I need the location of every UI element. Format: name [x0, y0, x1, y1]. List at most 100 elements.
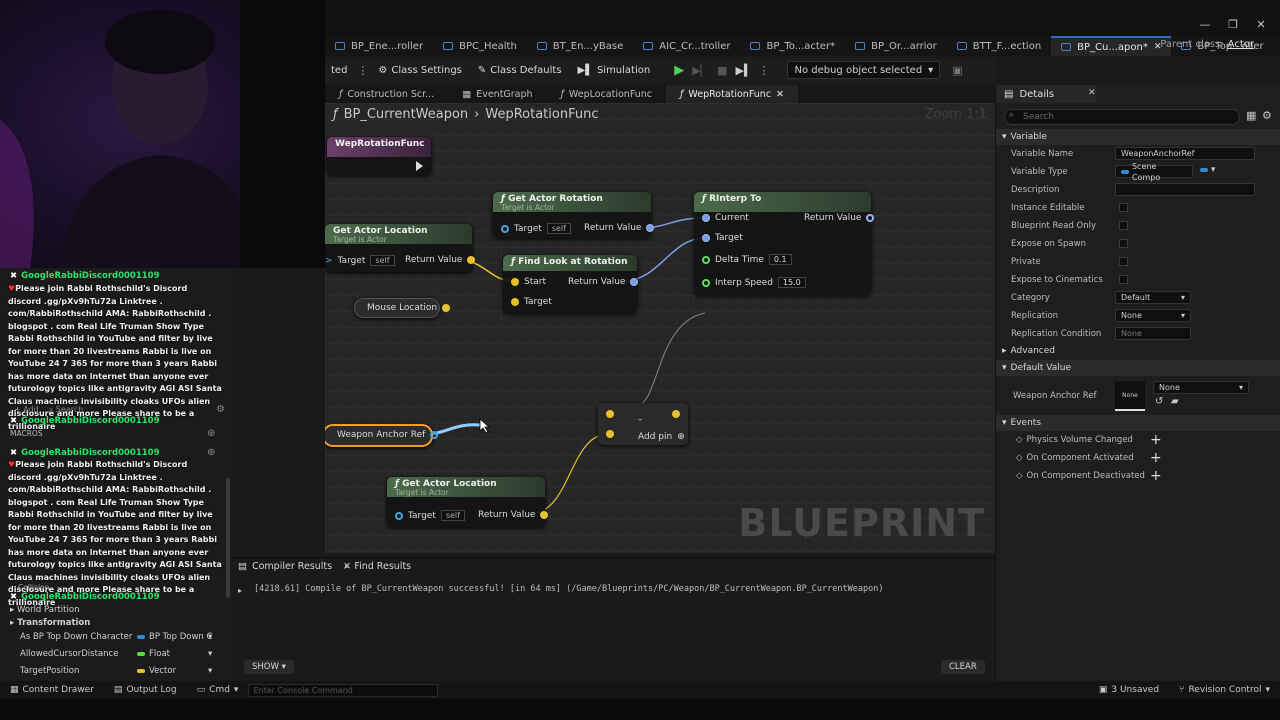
chevron-down-icon[interactable]: ▾: [208, 632, 212, 642]
object-pin[interactable]: [395, 511, 403, 520]
vector-in-pin[interactable]: [606, 430, 614, 438]
doc-tab-bp-top-character[interactable]: BP_To...acter*: [740, 36, 845, 56]
get-actor-rotation-node[interactable]: ƒ Get Actor Rotation Target is Actor Targ…: [493, 192, 655, 238]
replication-condition-select[interactable]: None: [1115, 327, 1191, 340]
truncated-toolbar-button[interactable]: ted: [325, 60, 353, 80]
variable-row[interactable]: AllowedCursorDistance Float ▾: [0, 646, 232, 663]
add-macro-icon[interactable]: ⊕: [207, 428, 215, 439]
variable-name-field[interactable]: WeaponAnchorRef: [1115, 147, 1255, 160]
reset-arrow-icon[interactable]: ↺: [1155, 396, 1163, 407]
vector-pin[interactable]: [467, 256, 476, 264]
more-vertical-icon[interactable]: ⋮: [758, 64, 769, 77]
interp-speed-field[interactable]: 15.0: [777, 277, 806, 288]
clear-button[interactable]: CLEAR: [941, 660, 985, 674]
revision-control-button[interactable]: ⑂ Revision Control ▾: [1169, 685, 1280, 695]
weapon-anchor-ref-variable-node[interactable]: Weapon Anchor Ref: [325, 424, 439, 447]
interp-speed-pin-row[interactable]: Interp Speed 15.0: [702, 277, 806, 288]
category-transformation[interactable]: ▸ Transformation: [10, 618, 90, 628]
return-pin-row[interactable]: Return Value: [478, 510, 549, 520]
target-pin-row[interactable]: Target: [702, 233, 743, 243]
section-advanced[interactable]: ▸ Advanced: [996, 343, 1280, 359]
doc-tab-bp-orc-warrior[interactable]: BP_Or...arrior: [845, 36, 947, 56]
tab-event-graph[interactable]: ▦ EventGraph: [448, 85, 546, 103]
cmd-select[interactable]: ▭ Cmd ▾: [187, 685, 249, 695]
variable-type-select[interactable]: Scene Compo: [1115, 162, 1193, 182]
find-look-at-rotation-node[interactable]: ƒ Find Look at Rotation Start Return Val…: [503, 255, 639, 313]
section-default-value[interactable]: ▾ Default Value: [996, 360, 1280, 376]
delta-time-pin-row[interactable]: Delta Time 0.1: [702, 254, 792, 265]
doc-tab-btt-detection[interactable]: BTT_F...ection: [947, 36, 1051, 56]
replication-select[interactable]: None ▾: [1115, 309, 1191, 322]
rotator-pin[interactable]: [702, 214, 710, 222]
container-type-icon[interactable]: ▾: [1200, 165, 1215, 175]
console-command-input[interactable]: Enter Console Command: [248, 683, 439, 697]
more-vertical-icon[interactable]: ⋮: [357, 64, 368, 77]
browse-folder-icon[interactable]: ▰: [1171, 396, 1179, 407]
output-log-button[interactable]: ▤ Output Log: [104, 685, 187, 695]
stop-icon[interactable]: ■: [717, 64, 727, 77]
parent-class-link[interactable]: Actor: [1228, 39, 1254, 50]
asset-thumbnail[interactable]: None: [1115, 381, 1145, 411]
vector-in-pin[interactable]: [606, 410, 614, 418]
get-actor-location-node-2[interactable]: ƒ Get Actor Location Target is Actor Targ…: [387, 477, 549, 527]
tab-wep-location-func[interactable]: ƒ WepLocationFunc: [547, 85, 666, 103]
private-checkbox[interactable]: [1119, 257, 1128, 266]
close-window-icon[interactable]: ✕: [1254, 18, 1268, 32]
panel-search-input[interactable]: ⌕ Search: [49, 405, 84, 415]
vector-pin[interactable]: [540, 511, 549, 519]
skip-icon[interactable]: ▶▍: [736, 64, 753, 77]
exec-out-pin[interactable]: [416, 161, 423, 171]
category-world-partition[interactable]: ▸ World Partition: [10, 605, 79, 615]
add-event-button[interactable]: +: [1150, 433, 1162, 447]
category-collision[interactable]: Collision: [18, 583, 49, 592]
section-macros[interactable]: MACROS: [10, 429, 43, 438]
details-tab[interactable]: ▤ Details: [996, 85, 1096, 103]
tab-wep-rotation-func[interactable]: ƒ WepRotationFunc ✕: [666, 85, 799, 103]
doc-tab-bpc-health[interactable]: BPC_Health: [433, 36, 527, 56]
rotator-out-pin[interactable]: [866, 214, 875, 222]
doc-tab-bt-enemy-base[interactable]: BT_En...yBase: [527, 36, 633, 56]
show-filter-button[interactable]: SHOW ▾: [244, 660, 294, 674]
start-pin-row[interactable]: Start: [511, 277, 546, 287]
gear-icon[interactable]: ⚙: [1262, 109, 1272, 122]
target-pin-row[interactable]: > Target self: [325, 255, 395, 266]
variable-row[interactable]: TargetPosition Vector ▾: [0, 663, 232, 680]
description-field[interactable]: [1115, 183, 1255, 196]
bp-readonly-checkbox[interactable]: [1119, 221, 1128, 230]
vector-out-pin[interactable]: [672, 410, 680, 418]
return-pin-row[interactable]: Return Value: [568, 277, 639, 287]
make-array-node[interactable]: – Add pin ⊕: [598, 403, 688, 445]
debug-options-icon[interactable]: ▣: [952, 64, 962, 77]
chevron-down-icon[interactable]: ▾: [208, 649, 212, 659]
maximize-icon[interactable]: ❐: [1226, 18, 1240, 32]
target-pin-row[interactable]: Target self: [501, 223, 571, 234]
get-actor-location-node[interactable]: Get Actor Location Target is Actor > Targe…: [325, 224, 476, 272]
rotator-pin[interactable]: [702, 234, 710, 242]
section-variable[interactable]: ▾ Variable: [996, 129, 1280, 145]
instance-editable-checkbox[interactable]: [1119, 203, 1128, 212]
add-event-button[interactable]: +: [1150, 469, 1162, 483]
return-pin-row[interactable]: Return Value: [584, 223, 655, 233]
rotator-pin[interactable]: [646, 224, 655, 232]
gear-icon[interactable]: ⚙: [216, 404, 225, 415]
unsaved-indicator[interactable]: ▣ 3 Unsaved: [1089, 685, 1169, 695]
section-events[interactable]: ▾ Events: [996, 415, 1280, 431]
category-select[interactable]: Default ▾: [1115, 291, 1191, 304]
tab-construction-script[interactable]: ƒ Construction Scr...: [325, 85, 448, 103]
details-search-input[interactable]: Search: [1004, 109, 1240, 125]
vector-pin[interactable]: [511, 298, 519, 306]
add-variable-icon[interactable]: ⊕: [207, 447, 215, 458]
content-drawer-button[interactable]: ▦ Content Drawer: [0, 685, 104, 695]
doc-tab-enemy-controller[interactable]: BP_Ene...roller: [325, 36, 433, 56]
table-view-icon[interactable]: ▦: [1246, 109, 1256, 122]
close-tab-icon[interactable]: ✕: [776, 89, 784, 100]
panel-scrollbar[interactable]: [226, 478, 230, 598]
doc-tab-aic-controller[interactable]: AIC_Cr...troller: [633, 36, 740, 56]
current-pin-row[interactable]: Current: [702, 213, 749, 223]
float-pin[interactable]: [702, 255, 710, 264]
tab-compiler-results[interactable]: ▤ Compiler Results ✕: [238, 561, 351, 572]
chevron-down-icon[interactable]: ▾: [208, 666, 212, 676]
delta-time-field[interactable]: 0.1: [768, 254, 792, 265]
tab-find-results[interactable]: ⌕ Find Results: [344, 561, 411, 572]
play-icon[interactable]: ▶: [674, 63, 684, 78]
